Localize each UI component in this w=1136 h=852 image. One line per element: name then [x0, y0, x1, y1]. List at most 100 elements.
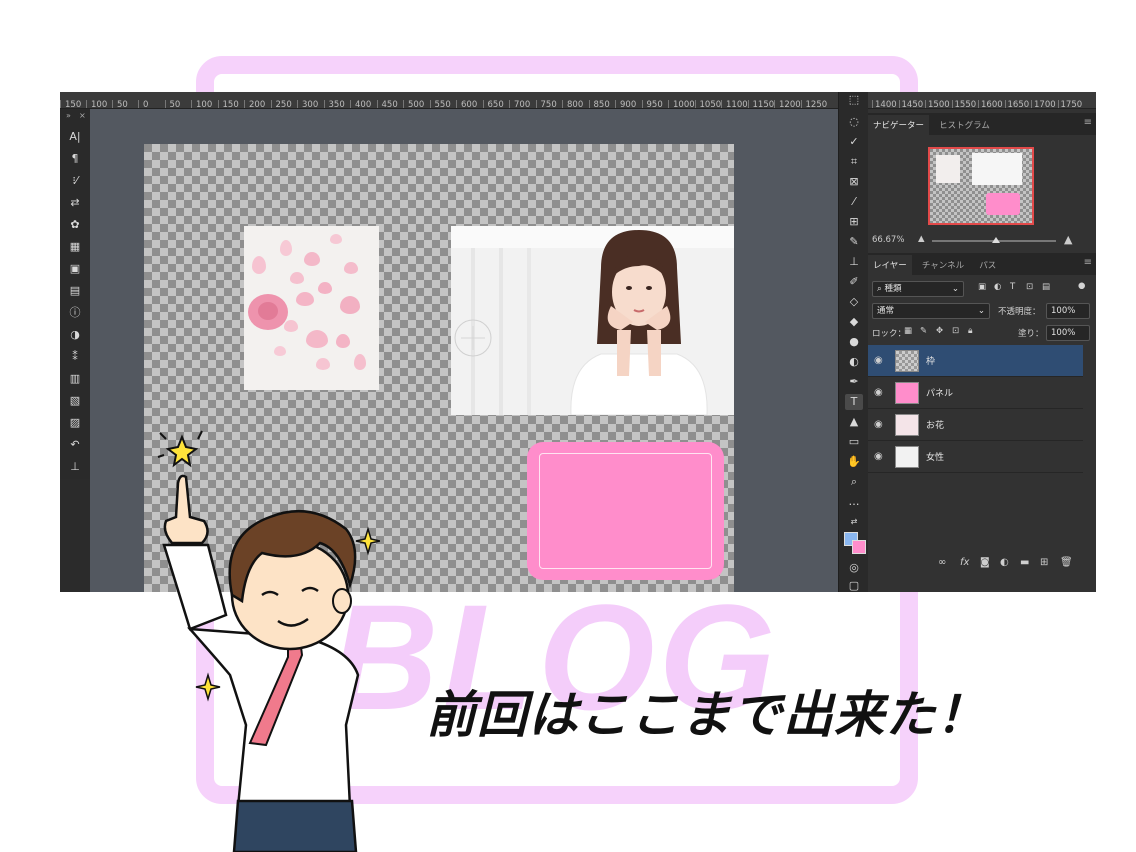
brush-icon[interactable]: ✎	[845, 234, 863, 250]
dodge-icon[interactable]: ◐	[845, 354, 863, 370]
layer-row-frame[interactable]: ◉ 枠	[868, 345, 1083, 377]
path-select-icon[interactable]: ▲	[845, 414, 863, 430]
collapse-icon[interactable]: »	[66, 111, 71, 120]
clone-stamp-icon[interactable]: ⊥	[845, 254, 863, 270]
brush-settings-icon[interactable]: ⁝⁄	[66, 173, 84, 189]
ruler-tick: 400	[350, 100, 377, 108]
eraser-icon[interactable]: ◇	[845, 294, 863, 310]
eye-icon[interactable]: ◉	[874, 419, 883, 430]
healing-icon[interactable]: ⊞	[845, 214, 863, 230]
tab-histogram[interactable]: ヒストグラム	[934, 115, 995, 137]
pink-panel-frame	[527, 442, 724, 580]
marquee-icon[interactable]: ⬚	[845, 92, 863, 108]
new-layer-icon[interactable]: ⊞	[1040, 557, 1048, 568]
adjustments-icon[interactable]: ⇄	[66, 195, 84, 211]
more-icon[interactable]: …	[845, 494, 863, 510]
mask-icon[interactable]: ◙	[980, 557, 990, 568]
woman-photo	[451, 226, 734, 415]
lock-artboard-icon[interactable]: ⊡	[952, 326, 959, 336]
zoom-level: 66.67%	[872, 235, 905, 245]
crop-icon[interactable]: ⌗	[845, 154, 863, 170]
blur-icon[interactable]: ●	[845, 334, 863, 350]
gradient-icon[interactable]: ▣	[66, 261, 84, 277]
frame-icon[interactable]: ⊠	[845, 174, 863, 190]
trash-icon[interactable]: 🗑︎	[1060, 557, 1073, 568]
ruler-tick: 300	[297, 100, 324, 108]
navigator-preview[interactable]	[928, 147, 1034, 225]
layer-thumbnail	[895, 350, 919, 372]
filter-adjust-icon[interactable]: ◐	[994, 282, 1001, 292]
ruler-tick: 450	[376, 100, 404, 108]
filter-shape-icon[interactable]: ⊡	[1026, 282, 1033, 292]
swap-colors-icon[interactable]: ⇄	[845, 514, 863, 530]
close-icon[interactable]: ×	[79, 111, 86, 120]
rectangle-icon[interactable]: ▭	[845, 434, 863, 450]
quick-select-icon[interactable]: ✓	[845, 134, 863, 150]
zoom-out-icon[interactable]: ▲	[918, 234, 925, 244]
layer-row-panel[interactable]: ◉ パネル	[868, 377, 1083, 409]
zoom-in-icon[interactable]: ▲	[1064, 233, 1072, 246]
ruler-tick: 150	[217, 100, 245, 108]
paragraph-icon[interactable]: ¶	[66, 151, 84, 167]
group-icon[interactable]: ▬	[1020, 557, 1029, 568]
layers-menu-icon[interactable]: ≡	[1084, 257, 1092, 268]
filter-kind-select[interactable]: ⌕ 種類 ⌄	[872, 281, 964, 297]
color-swatches[interactable]	[844, 532, 866, 554]
eye-icon[interactable]: ◉	[874, 387, 883, 398]
info-icon[interactable]: ⓘ	[66, 305, 84, 321]
ruler-tick: 100	[191, 100, 218, 108]
tab-navigator[interactable]: ナビゲーター	[868, 115, 930, 137]
character-panel-icon[interactable]: A|	[66, 129, 84, 145]
panel-menu-icon[interactable]: ≡	[1084, 117, 1092, 128]
notes-icon[interactable]: ▥	[66, 371, 84, 387]
opacity-field[interactable]: 100%	[1046, 303, 1090, 319]
channels-icon[interactable]: ⁑	[66, 349, 84, 365]
headline-caption: 前回はここまで出来た！	[426, 686, 987, 744]
background-color[interactable]	[852, 540, 866, 554]
ruler-tick: 100	[86, 100, 112, 108]
screen-mode-icon[interactable]: ▢	[845, 578, 863, 592]
blend-row: 通常 ⌄ 不透明度： 100%	[868, 301, 1096, 321]
lasso-icon[interactable]: ◌	[845, 114, 863, 130]
lock-transparent-icon[interactable]: ▦	[904, 326, 912, 336]
hand-icon[interactable]: ✋	[845, 454, 863, 470]
paint-bucket-icon[interactable]: ◆	[845, 314, 863, 330]
type-icon[interactable]: T	[845, 394, 863, 410]
history-brush-icon[interactable]: ✐	[845, 274, 863, 290]
tab-layers[interactable]: レイヤー	[868, 255, 912, 277]
stamp-icon[interactable]: ⊥	[66, 459, 84, 475]
lock-position-icon[interactable]: ✥	[936, 326, 943, 336]
fx-icon[interactable]: fx	[960, 557, 969, 568]
ruler-tick: 1400	[872, 100, 899, 108]
quick-mask-icon[interactable]: ◎	[845, 560, 863, 576]
blend-mode-select[interactable]: 通常 ⌄	[872, 303, 990, 319]
link-icon[interactable]: ∞	[938, 557, 946, 568]
lock-all-icon[interactable]: 🔒︎	[968, 326, 973, 336]
tab-paths[interactable]: パス	[974, 255, 1001, 277]
adjustment-layer-icon[interactable]: ◐	[1000, 557, 1009, 568]
ruler-tick: 150	[60, 100, 86, 108]
lock-pixels-icon[interactable]: ✎	[920, 326, 927, 336]
layer-row-flower[interactable]: ◉ お花	[868, 409, 1083, 441]
swatches-icon[interactable]: ✿	[66, 217, 84, 233]
color-wheel-icon[interactable]: ◑	[66, 327, 84, 343]
eye-icon[interactable]: ◉	[874, 451, 883, 462]
properties-icon[interactable]: ▧	[66, 393, 84, 409]
ruler-tick: 550	[429, 100, 457, 108]
layer-row-woman[interactable]: ◉ 女性	[868, 441, 1083, 473]
layer-comps-icon[interactable]: ▨	[66, 415, 84, 431]
table-icon[interactable]: ▤	[66, 283, 84, 299]
eyedropper-icon[interactable]: ⁄	[845, 194, 863, 210]
filter-type-icon[interactable]: T	[1010, 282, 1015, 292]
pen-icon[interactable]: ✒	[845, 374, 863, 390]
eye-icon[interactable]: ◉	[874, 355, 883, 366]
filter-smart-icon[interactable]: ▤	[1042, 282, 1050, 292]
grid-icon[interactable]: ▦	[66, 239, 84, 255]
filter-pixel-icon[interactable]: ▣	[978, 282, 986, 292]
zoom-slider[interactable]	[932, 237, 1056, 243]
fill-field[interactable]: 100%	[1046, 325, 1090, 341]
zoom-icon[interactable]: ⌕	[845, 474, 863, 490]
filter-toggle-icon[interactable]: ●	[1078, 281, 1085, 291]
tab-channels[interactable]: チャンネル	[917, 255, 969, 277]
history-icon[interactable]: ↶	[66, 437, 84, 453]
